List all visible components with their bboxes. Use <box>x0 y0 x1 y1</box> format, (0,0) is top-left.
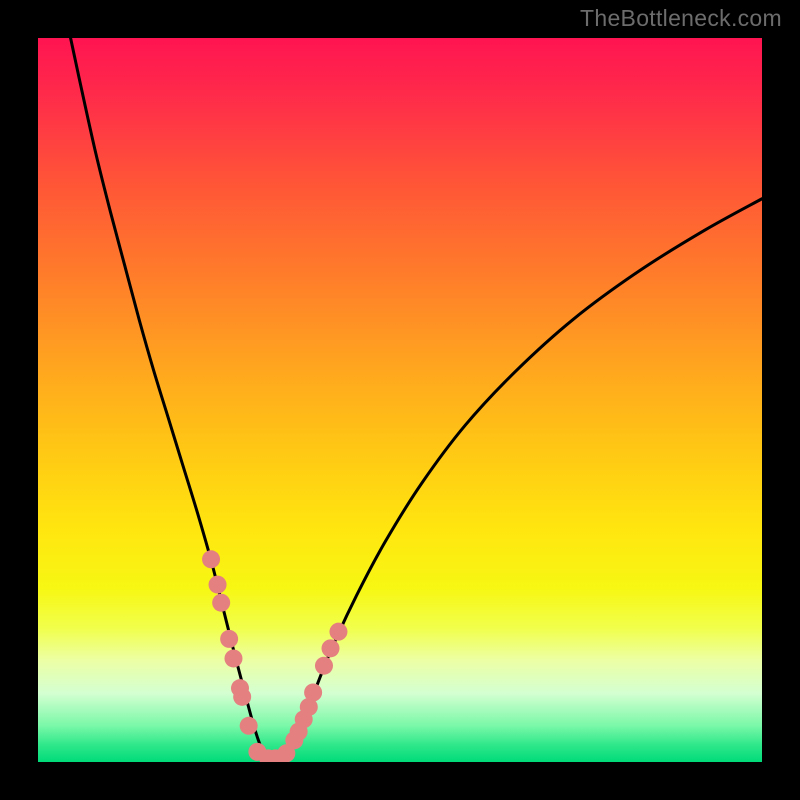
data-point <box>202 550 220 568</box>
data-point <box>209 576 227 594</box>
data-point <box>212 594 230 612</box>
gradient-background <box>38 38 762 762</box>
data-point <box>329 623 347 641</box>
data-point <box>233 688 251 706</box>
data-point <box>224 649 242 667</box>
chart-container: TheBottleneck.com <box>0 0 800 800</box>
data-point <box>315 657 333 675</box>
data-point <box>322 639 340 657</box>
plot-area <box>38 38 762 762</box>
data-point <box>304 684 322 702</box>
data-point <box>240 717 258 735</box>
data-point <box>220 630 238 648</box>
chart-svg <box>38 38 762 762</box>
watermark-text: TheBottleneck.com <box>580 5 782 32</box>
